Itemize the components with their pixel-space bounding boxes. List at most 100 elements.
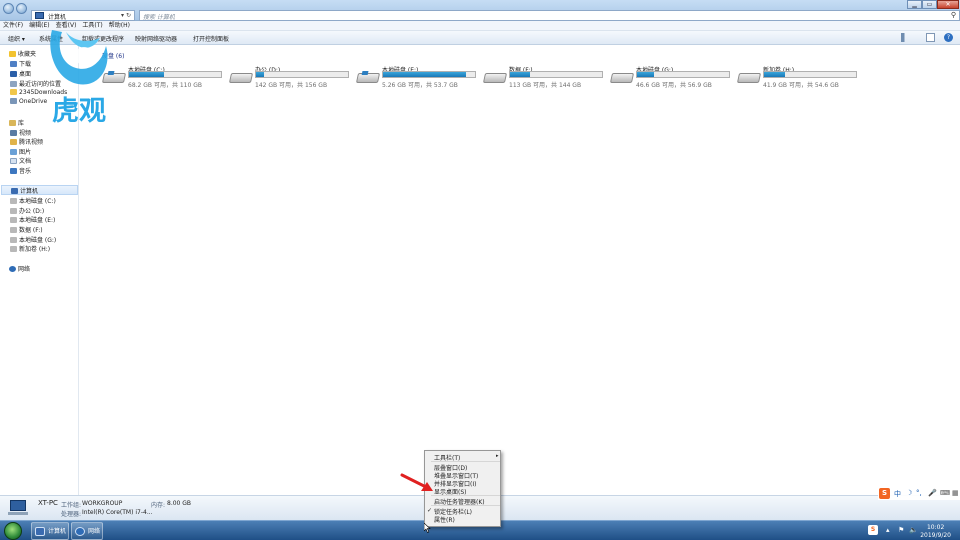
view-options-icon[interactable]	[901, 33, 910, 42]
drive-tile[interactable]: 本地磁盘 (G:)46.6 GB 可用，共 56.9 GB	[608, 63, 733, 97]
help-icon[interactable]: ?	[944, 33, 953, 42]
maximize-button[interactable]: ▭	[922, 0, 937, 9]
menu-bar: 文件(F) 编辑(E) 查看(V) 工具(T) 帮助(H)	[0, 21, 960, 31]
memory-value: 8.00 GB	[167, 500, 192, 507]
hard-drive-icon	[228, 73, 254, 83]
punctuation-toggle[interactable]: °,	[916, 489, 922, 497]
ime-toolbar: S 中 ☽ °, 🎤 ⌨ ▦	[878, 487, 960, 500]
sidebar-item-drive-f[interactable]: 数据 (F:)	[10, 225, 43, 234]
computer-icon	[8, 500, 30, 516]
hard-drive-icon	[609, 73, 635, 83]
drive-free-space: 5.26 GB 可用，共 53.7 GB	[382, 82, 458, 89]
pc-name: XT-PC	[38, 499, 58, 507]
clock-date: 2019/9/20	[920, 532, 951, 539]
onedrive-icon	[10, 98, 17, 104]
library-icon	[9, 120, 16, 126]
refresh-icon[interactable]: ↻	[126, 12, 131, 19]
sidebar-item-desktop[interactable]: 桌面	[10, 69, 31, 78]
open-control-panel-button[interactable]: 打开控制面板	[193, 34, 229, 43]
minimize-button[interactable]: ▁	[907, 0, 922, 9]
computer-icon	[35, 12, 44, 19]
drive-free-space: 113 GB 可用，共 144 GB	[509, 82, 582, 89]
sidebar-item-documents[interactable]: 文档	[10, 156, 31, 165]
check-icon: ✓	[427, 507, 433, 514]
drive-tile[interactable]: 新加卷 (H:)41.9 GB 可用，共 54.6 GB	[735, 63, 860, 97]
search-input[interactable]: 搜索 计算机 ⚲	[139, 10, 960, 21]
music-library-icon	[10, 168, 17, 174]
clock[interactable]: 10:02 2019/9/20	[920, 524, 951, 540]
sidebar-item-favorites[interactable]: 收藏夹	[9, 49, 36, 58]
drive-icon	[10, 246, 17, 252]
sidebar-item-tencent-video[interactable]: 腾讯视频	[10, 137, 43, 146]
drive-tile[interactable]: 数据 (F:)113 GB 可用，共 144 GB	[481, 63, 606, 97]
sidebar-item-drive-d[interactable]: 办公 (D:)	[10, 206, 44, 215]
sidebar-item-network[interactable]: 网络	[9, 264, 30, 273]
menu-separator	[431, 505, 500, 506]
moon-icon[interactable]: ☽	[906, 489, 912, 497]
annotation-arrow	[400, 473, 433, 491]
clock-time: 10:02	[926, 524, 945, 531]
hard-drive-icon	[482, 73, 508, 83]
preview-pane-icon[interactable]	[926, 33, 935, 42]
menu-item-properties[interactable]: 属性(R)	[434, 515, 455, 524]
computer-icon	[11, 188, 18, 194]
cpu-label: 处理器:	[61, 511, 82, 518]
menu-separator	[431, 461, 500, 462]
drive-icon	[10, 208, 17, 214]
sidebar-item-videos[interactable]: 视频	[10, 128, 31, 137]
sidebar-item-computer[interactable]: 计算机	[1, 185, 78, 195]
taskbar-item-network[interactable]: 网络	[71, 522, 103, 540]
folder-icon	[10, 89, 17, 95]
sidebar-item-downloads[interactable]: 下载	[10, 59, 31, 68]
huguan-logo: 虎观	[50, 30, 108, 127]
submenu-arrow-icon: ▸	[496, 453, 499, 459]
cpu-value: Intel(R) Core(TM) i7-4...	[82, 509, 153, 516]
drive-free-space: 142 GB 可用，共 156 GB	[255, 82, 328, 89]
back-button[interactable]	[3, 3, 14, 14]
sogou-icon[interactable]: S	[879, 488, 890, 499]
drive-tile[interactable]: 办公 (D:)142 GB 可用，共 156 GB	[227, 63, 352, 97]
show-hidden-icons[interactable]: ▴	[886, 526, 890, 534]
chevron-down-icon[interactable]: ▾ ↻	[121, 12, 131, 19]
organize-button[interactable]: 组织 ▾	[8, 34, 25, 43]
drive-usage-bar	[509, 71, 603, 78]
menu-file[interactable]: 文件(F)	[3, 21, 23, 31]
ime-language-toggle[interactable]: 中	[894, 489, 901, 499]
action-center-icon[interactable]: ⚑	[898, 526, 904, 534]
mouse-cursor	[424, 523, 431, 533]
recent-places-icon	[10, 81, 17, 87]
ime-menu-icon[interactable]: ▦	[952, 489, 959, 497]
star-icon	[9, 51, 16, 57]
sidebar-item-drive-g[interactable]: 本地磁盘 (G:)	[10, 235, 56, 244]
sidebar-item-pictures[interactable]: 图片	[10, 147, 31, 156]
forward-button[interactable]	[16, 3, 27, 14]
drive-usage-fill	[256, 72, 265, 77]
sidebar-item-music[interactable]: 音乐	[10, 166, 31, 175]
drive-free-space: 41.9 GB 可用，共 54.6 GB	[763, 82, 839, 89]
sogou-tray-icon[interactable]: S	[868, 525, 878, 535]
taskbar-item-computer[interactable]: 计算机	[31, 522, 69, 540]
map-network-drive-button[interactable]: 映射网络驱动器	[135, 34, 177, 43]
microphone-icon[interactable]: 🎤	[928, 489, 937, 497]
drive-tile[interactable]: 本地磁盘 (C:)68.2 GB 可用，共 110 GB	[100, 63, 225, 97]
address-bar[interactable]: 计算机 ▾ ↻	[31, 10, 135, 21]
sidebar-item-libraries[interactable]: 库	[9, 118, 24, 127]
sidebar-item-drive-h[interactable]: 新加卷 (H:)	[10, 244, 50, 253]
search-placeholder: 搜索 计算机	[143, 14, 175, 21]
sidebar-item-drive-c[interactable]: 本地磁盘 (C:)	[10, 196, 56, 205]
start-button[interactable]	[4, 522, 22, 540]
search-icon[interactable]: ⚲	[951, 11, 956, 19]
address-path: 计算机	[48, 14, 67, 21]
keyboard-icon[interactable]: ⌨	[940, 489, 950, 497]
video-library-icon	[10, 130, 17, 136]
picture-library-icon	[10, 149, 17, 155]
close-button[interactable]: ✕	[937, 0, 959, 9]
drive-usage-bar	[128, 71, 222, 78]
sidebar-item-drive-e[interactable]: 本地磁盘 (E:)	[10, 215, 55, 224]
drive-icon	[10, 217, 17, 223]
drive-icon	[10, 237, 17, 243]
drive-tile[interactable]: 本地磁盘 (E:)5.26 GB 可用，共 53.7 GB	[354, 63, 479, 97]
hard-drive-icon	[736, 73, 762, 83]
volume-icon[interactable]: 🔈	[909, 526, 918, 534]
drive-usage-bar	[763, 71, 857, 78]
